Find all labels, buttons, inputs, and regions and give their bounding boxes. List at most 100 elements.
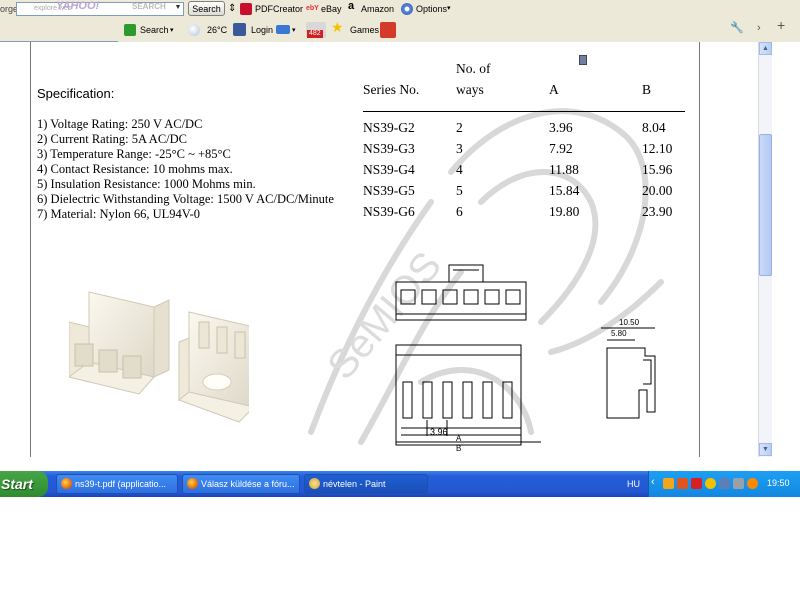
- cell-a: 19.80: [549, 204, 580, 219]
- table-header-rule: [363, 111, 685, 112]
- cell-b: 20.00: [642, 183, 673, 198]
- pdf-icon[interactable]: [240, 3, 252, 15]
- amazon-icon[interactable]: a: [348, 1, 354, 12]
- page-marker-icon: [579, 55, 587, 65]
- spec-line: 7) Material: Nylon 66, UL94V-0: [37, 207, 201, 221]
- dimension-pitch: 3.96: [430, 427, 448, 437]
- taskbar-item-pdf[interactable]: ns39-t.pdf (applicatio...: [56, 474, 178, 494]
- table-header-b: B: [642, 82, 652, 97]
- connector-side-view-drawing: [601, 327, 656, 419]
- firefox-icon: [61, 478, 72, 489]
- dimension-a: A: [456, 434, 462, 443]
- specification-title: Specification:: [37, 86, 115, 101]
- cell-ways: 3: [456, 141, 463, 156]
- wrench-icon[interactable]: 🔧: [730, 23, 744, 34]
- spec-line: 4) Contact Resistance: 10 mohms max.: [37, 162, 233, 176]
- cell-a: 15.84: [549, 183, 580, 198]
- firefox-icon[interactable]: [747, 478, 758, 489]
- table-header-a: A: [549, 82, 559, 97]
- taskbar-item-forum[interactable]: Válasz küldése a fóru...: [182, 474, 300, 494]
- yahoo-search-button[interactable]: Search: [188, 1, 225, 16]
- chevron-left-icon[interactable]: ‹: [651, 476, 655, 488]
- games-icon[interactable]: [380, 22, 396, 38]
- chevron-down-icon[interactable]: ▼: [172, 2, 184, 14]
- mail-icon[interactable]: [276, 25, 290, 34]
- shield-icon[interactable]: [705, 478, 716, 489]
- taskbar: Start ns39-t.pdf (applicatio... Válasz k…: [0, 471, 800, 497]
- cell-ways: 4: [456, 162, 463, 177]
- cell-b: 12.10: [642, 141, 673, 156]
- speaker-icon[interactable]: [733, 478, 744, 489]
- spec-line: 1) Voltage Rating: 250 V AC/DC: [37, 117, 203, 131]
- taskbar-item-label: Válasz küldése a fóru...: [201, 479, 295, 489]
- login-button[interactable]: Login: [251, 25, 273, 36]
- blank-area: [0, 497, 800, 600]
- firefox-icon: [187, 478, 198, 489]
- cell-series: NS39-G2: [363, 120, 415, 135]
- pdfcreator-button[interactable]: PDFCreator: [255, 4, 303, 15]
- pdf-viewer: SeMIOS Specification: 1) Voltage Rating:…: [0, 42, 758, 457]
- scroll-down-icon[interactable]: ▼: [759, 443, 772, 456]
- pdf-page: SeMIOS Specification: 1) Voltage Rating:…: [30, 42, 700, 457]
- tray-app-icon[interactable]: [677, 478, 688, 489]
- taskbar-item-paint[interactable]: névtelen - Paint: [304, 474, 428, 494]
- tray-app-icon[interactable]: [691, 478, 702, 489]
- cell-b: 23.90: [642, 204, 673, 219]
- taskbar-item-label: ns39-t.pdf (applicatio...: [75, 479, 167, 489]
- scroll-up-icon[interactable]: ▲: [759, 42, 772, 55]
- vertical-scrollbar[interactable]: ▲ ▼: [758, 42, 772, 457]
- dimension-10-50: 10.50: [619, 318, 640, 327]
- scrollbar-thumb[interactable]: [759, 134, 772, 276]
- chevron-right-icon[interactable]: ›: [757, 23, 761, 34]
- clock[interactable]: 19:50: [767, 478, 790, 488]
- start-button[interactable]: Start: [0, 471, 48, 497]
- cell-series: NS39-G3: [363, 141, 415, 156]
- system-tray: ‹ 19:50: [648, 471, 800, 497]
- options-button[interactable]: Options: [416, 4, 447, 15]
- arrow-right-icon[interactable]: [124, 24, 136, 36]
- cell-a: 3.96: [549, 120, 573, 135]
- weather-icon[interactable]: [188, 24, 200, 36]
- toolbar-search-button[interactable]: Search: [140, 25, 169, 36]
- connector-front-view-drawing: [395, 344, 541, 446]
- yahoo-search-label: SEARCH: [132, 2, 166, 11]
- star-icon[interactable]: ★: [331, 20, 344, 34]
- ebay-icon[interactable]: ebY: [306, 3, 319, 14]
- table-header-ways-line2: ways: [456, 82, 484, 97]
- yahoo-toolbar: orge explore.web YAHOO! SEARCH ▼ Search …: [0, 0, 800, 20]
- games-button[interactable]: Games: [350, 25, 379, 36]
- right-gutter: [772, 42, 800, 457]
- gear-icon[interactable]: [401, 3, 413, 15]
- plus-icon[interactable]: +: [777, 18, 785, 32]
- spec-line: 2) Current Rating: 5A AC/DC: [37, 132, 187, 146]
- table-header-series: Series No.: [363, 82, 420, 97]
- cell-b: 15.96: [642, 162, 673, 177]
- dimension-b: B: [456, 444, 462, 453]
- chevron-down-icon[interactable]: ▾: [292, 25, 296, 36]
- yahoo-logo: YAHOO!: [56, 0, 100, 12]
- amazon-button[interactable]: Amazon: [361, 4, 394, 15]
- facebook-icon[interactable]: [233, 23, 246, 36]
- cell-a: 7.92: [549, 141, 573, 156]
- connector-photo: [69, 291, 249, 423]
- cell-series: NS39-G4: [363, 162, 415, 177]
- spec-line: 5) Insulation Resistance: 1000 Mohms min…: [37, 177, 256, 191]
- chevron-down-icon[interactable]: ▾: [447, 3, 451, 14]
- temperature-label[interactable]: 26°C: [207, 25, 227, 36]
- mail-badge: 482: [307, 30, 323, 38]
- toolbar-separator-icon: ⇕: [228, 3, 237, 14]
- paint-icon: [309, 478, 320, 489]
- spec-line: 3) Temperature Range: -25°C ~ +85°C: [37, 147, 231, 161]
- cell-a: 11.88: [549, 162, 579, 177]
- cell-ways: 2: [456, 120, 463, 135]
- tray-app-icon[interactable]: [663, 478, 674, 489]
- language-indicator[interactable]: HU: [627, 479, 640, 489]
- ebay-button[interactable]: eBay: [321, 4, 342, 15]
- network-icon[interactable]: [719, 478, 730, 489]
- connector-top-view-drawing: [395, 264, 527, 321]
- chevron-down-icon[interactable]: ▾: [170, 25, 174, 36]
- second-toolbar: ▼ Search ▾ 26°C Login ▾ 482 ★ Games 🔧 › …: [0, 18, 800, 57]
- spec-line: 6) Dielectric Withstanding Voltage: 1500…: [37, 192, 334, 206]
- table-header-ways-line1: No. of: [456, 61, 491, 76]
- cell-series: NS39-G6: [363, 204, 415, 219]
